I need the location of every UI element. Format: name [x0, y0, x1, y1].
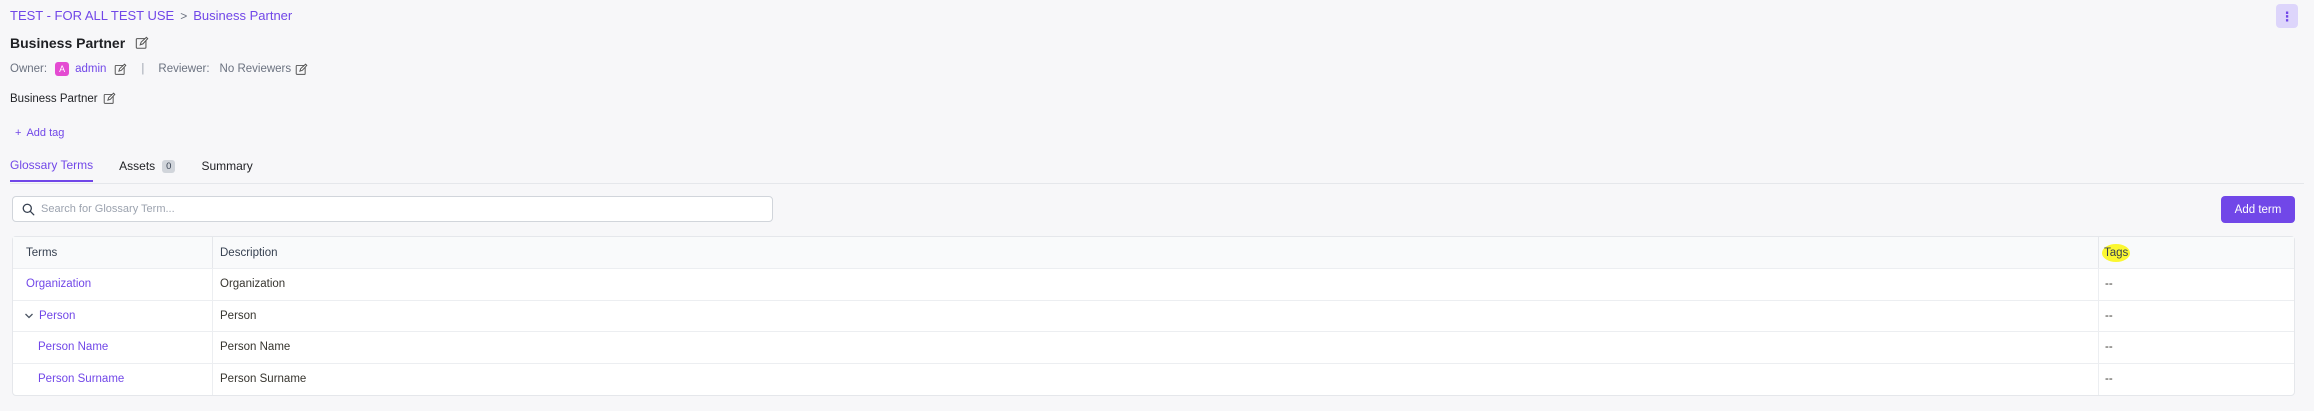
page-title: Business Partner	[10, 35, 126, 51]
add-tag-button[interactable]: + Add tag	[15, 127, 64, 139]
description-cell: Organization	[213, 269, 2099, 300]
term-cell: Person Surname	[13, 363, 213, 395]
tab-label: Glossary Terms	[10, 158, 94, 172]
term-cell: Organization	[13, 269, 213, 300]
breadcrumb: TEST - FOR ALL TEST USE > Business Partn…	[10, 8, 292, 23]
table-row: Person Name Person Name --	[13, 332, 2294, 364]
tab-assets[interactable]: Assets 0	[119, 158, 176, 182]
term-link[interactable]: Person Name	[38, 341, 108, 353]
table-row: Person Person --	[13, 300, 2294, 332]
edit-description-icon[interactable]	[103, 92, 116, 105]
description-text: Business Partner	[10, 92, 98, 105]
owner-reviewer-row: Owner: A admin | Reviewer: No Reviewers	[10, 62, 308, 76]
edit-owner-icon[interactable]	[114, 63, 127, 76]
tags-cell: --	[2105, 373, 2113, 386]
breadcrumb-current[interactable]: Business Partner	[193, 8, 292, 23]
search-input[interactable]	[41, 203, 761, 215]
table-header-row: Terms Description Tags	[13, 237, 2294, 269]
avatar: A	[55, 62, 70, 76]
owner-name-link[interactable]: admin	[75, 63, 106, 75]
more-options-button[interactable]: ⋮	[2276, 4, 2298, 28]
tabs-divider	[10, 183, 2304, 184]
glossary-terms-table: Terms Description Tags Organization Orga…	[12, 236, 2295, 396]
tab-label: Summary	[201, 159, 253, 173]
plus-icon: +	[15, 127, 22, 139]
description-cell: Person Name	[213, 332, 2099, 363]
table-row: Person Surname Person Surname --	[13, 363, 2294, 395]
owner-divider: |	[141, 63, 145, 75]
column-header-tags: Tags	[2102, 243, 2131, 262]
term-link[interactable]: Person	[39, 310, 75, 322]
add-tag-label: Add tag	[26, 127, 65, 139]
column-header-terms: Terms	[13, 237, 213, 268]
tab-bar: Glossary Terms Assets 0 Summary	[10, 158, 279, 182]
column-header-tags-cell: Tags	[2099, 237, 2294, 268]
chevron-down-icon[interactable]	[24, 311, 34, 321]
breadcrumb-separator: >	[180, 8, 188, 23]
term-cell: Person	[13, 300, 213, 331]
more-vertical-icon: ⋮	[2280, 8, 2294, 24]
owner-label: Owner:	[10, 63, 48, 75]
assets-count-badge: 0	[162, 159, 176, 173]
description-row: Business Partner	[10, 92, 116, 105]
term-cell: Person Name	[13, 332, 213, 363]
reviewer-label: Reviewer:	[158, 63, 210, 75]
tab-label: Assets	[119, 159, 156, 173]
tags-cell: --	[2105, 341, 2113, 354]
description-cell: Person Surname	[213, 363, 2099, 395]
title-row: Business Partner	[10, 35, 149, 51]
edit-reviewer-icon[interactable]	[295, 63, 308, 76]
tab-glossary-terms[interactable]: Glossary Terms	[10, 158, 94, 182]
edit-title-icon[interactable]	[135, 36, 149, 50]
term-link[interactable]: Person Surname	[38, 373, 124, 385]
term-link[interactable]: Organization	[26, 278, 91, 290]
tab-summary[interactable]: Summary	[201, 158, 252, 182]
search-box	[12, 196, 773, 222]
reviewer-value: No Reviewers	[219, 63, 292, 75]
search-icon	[22, 203, 35, 215]
column-header-description: Description	[213, 237, 2099, 268]
description-cell: Person	[213, 300, 2099, 331]
table-row: Organization Organization --	[13, 269, 2294, 301]
add-term-button[interactable]: Add term	[2221, 196, 2295, 223]
breadcrumb-parent-link[interactable]: TEST - FOR ALL TEST USE	[10, 8, 174, 23]
tags-cell: --	[2105, 278, 2113, 291]
tags-cell: --	[2105, 309, 2113, 322]
